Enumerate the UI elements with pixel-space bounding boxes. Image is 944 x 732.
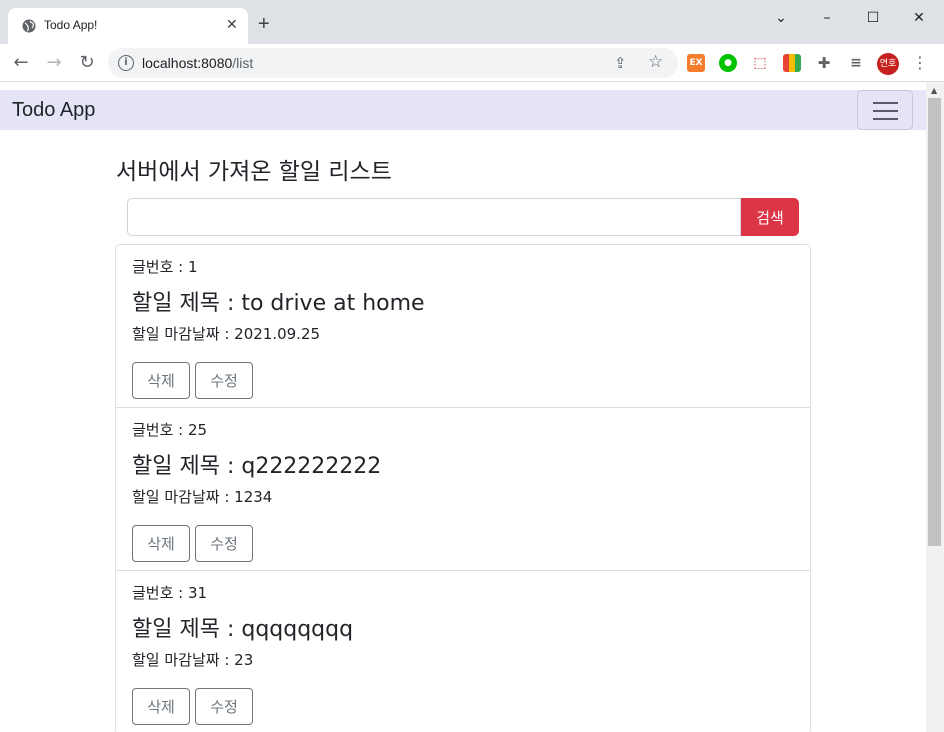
maximize-icon[interactable]: ☐ xyxy=(858,8,888,28)
tab-close-icon[interactable]: ✕ xyxy=(226,17,238,33)
todo-number: 글번호 : 1 xyxy=(132,258,198,276)
new-tab-button[interactable]: + xyxy=(258,14,270,34)
todo-item: 글번호 : 25 할일 제목 : q222222222 할일 마감날짜 : 12… xyxy=(116,408,810,571)
todo-title: 할일 제목 : qqqqqqqq xyxy=(132,617,354,642)
url-host: localhost:8080 xyxy=(142,55,233,71)
browser-toolbar: ← → ↻ i localhost:8080/list ⇪ ☆ EX ● ⬚ ✚… xyxy=(0,44,944,82)
todo-due-date: 할일 마감날짜 : 2021.09.25 xyxy=(132,325,321,343)
page-viewport: Todo App 서버에서 가져온 할일 리스트 검색 글번호 : 1 할일 제… xyxy=(0,82,926,732)
globe-icon xyxy=(22,19,36,33)
todo-title: 할일 제목 : to drive at home xyxy=(132,291,425,316)
search-input[interactable] xyxy=(127,198,741,236)
hamburger-bar xyxy=(873,118,898,120)
extension-pdf-icon[interactable]: ⬚ xyxy=(751,54,769,72)
profile-avatar[interactable]: 연호 xyxy=(877,53,899,75)
todo-number: 글번호 : 25 xyxy=(132,421,208,439)
search-button[interactable]: 검색 xyxy=(741,198,799,236)
browser-menu-icon[interactable]: ⋮ xyxy=(912,53,928,73)
url-path: /list xyxy=(232,55,254,71)
tab-title: Todo App! xyxy=(44,18,98,32)
scroll-thumb[interactable] xyxy=(928,98,941,546)
scroll-up-arrow-icon[interactable]: ▲ xyxy=(931,86,937,95)
extensions-puzzle-icon[interactable]: ✚ xyxy=(815,54,833,72)
todo-due-date: 할일 마감날짜 : 1234 xyxy=(132,488,273,506)
address-bar[interactable]: i localhost:8080/list ⇪ ☆ xyxy=(108,48,678,78)
browser-titlebar: Todo App! ✕ + ⌄ – ☐ ✕ xyxy=(0,0,944,44)
extension-line-icon[interactable]: ● xyxy=(719,54,737,72)
delete-button[interactable]: 삭제 xyxy=(132,688,190,725)
site-info-icon[interactable]: i xyxy=(118,55,134,71)
delete-button[interactable]: 삭제 xyxy=(132,362,190,399)
bookmark-star-icon[interactable]: ☆ xyxy=(648,52,663,72)
todo-due-date: 할일 마감날짜 : 23 xyxy=(132,651,254,669)
todo-number: 글번호 : 31 xyxy=(132,584,208,602)
browser-tab[interactable]: Todo App! ✕ xyxy=(8,8,248,44)
edit-button[interactable]: 수정 xyxy=(195,362,253,399)
page-scrollbar[interactable]: ▲ xyxy=(926,82,944,732)
todo-item: 글번호 : 1 할일 제목 : to drive at home 할일 마감날짜… xyxy=(116,245,810,408)
edit-button[interactable]: 수정 xyxy=(195,688,253,725)
address-url[interactable]: localhost:8080/list xyxy=(142,55,253,71)
back-icon[interactable]: ← xyxy=(10,52,32,74)
tab-search-icon[interactable]: ⌄ xyxy=(766,8,796,28)
reload-icon[interactable]: ↻ xyxy=(76,52,98,74)
delete-button[interactable]: 삭제 xyxy=(132,525,190,562)
minimize-icon[interactable]: – xyxy=(812,8,842,28)
edit-button[interactable]: 수정 xyxy=(195,525,253,562)
navbar-brand[interactable]: Todo App xyxy=(12,99,95,122)
forward-icon[interactable]: → xyxy=(43,52,65,74)
close-window-icon[interactable]: ✕ xyxy=(904,8,934,28)
media-control-icon[interactable]: ≡ xyxy=(847,54,865,72)
hamburger-bar xyxy=(873,102,898,104)
todo-title: 할일 제목 : q222222222 xyxy=(132,454,382,479)
todo-list: 글번호 : 1 할일 제목 : to drive at home 할일 마감날짜… xyxy=(115,244,811,732)
share-icon[interactable]: ⇪ xyxy=(614,54,627,72)
navbar-toggle-button[interactable] xyxy=(857,90,913,130)
extension-color-icon[interactable] xyxy=(783,54,801,72)
page-title: 서버에서 가져온 할일 리스트 xyxy=(116,159,392,185)
extension-ex-icon[interactable]: EX xyxy=(687,54,705,72)
app-navbar: Todo App xyxy=(0,90,926,130)
todo-item: 글번호 : 31 할일 제목 : qqqqqqqq 할일 마감날짜 : 23 삭… xyxy=(116,571,810,732)
hamburger-bar xyxy=(873,110,898,112)
